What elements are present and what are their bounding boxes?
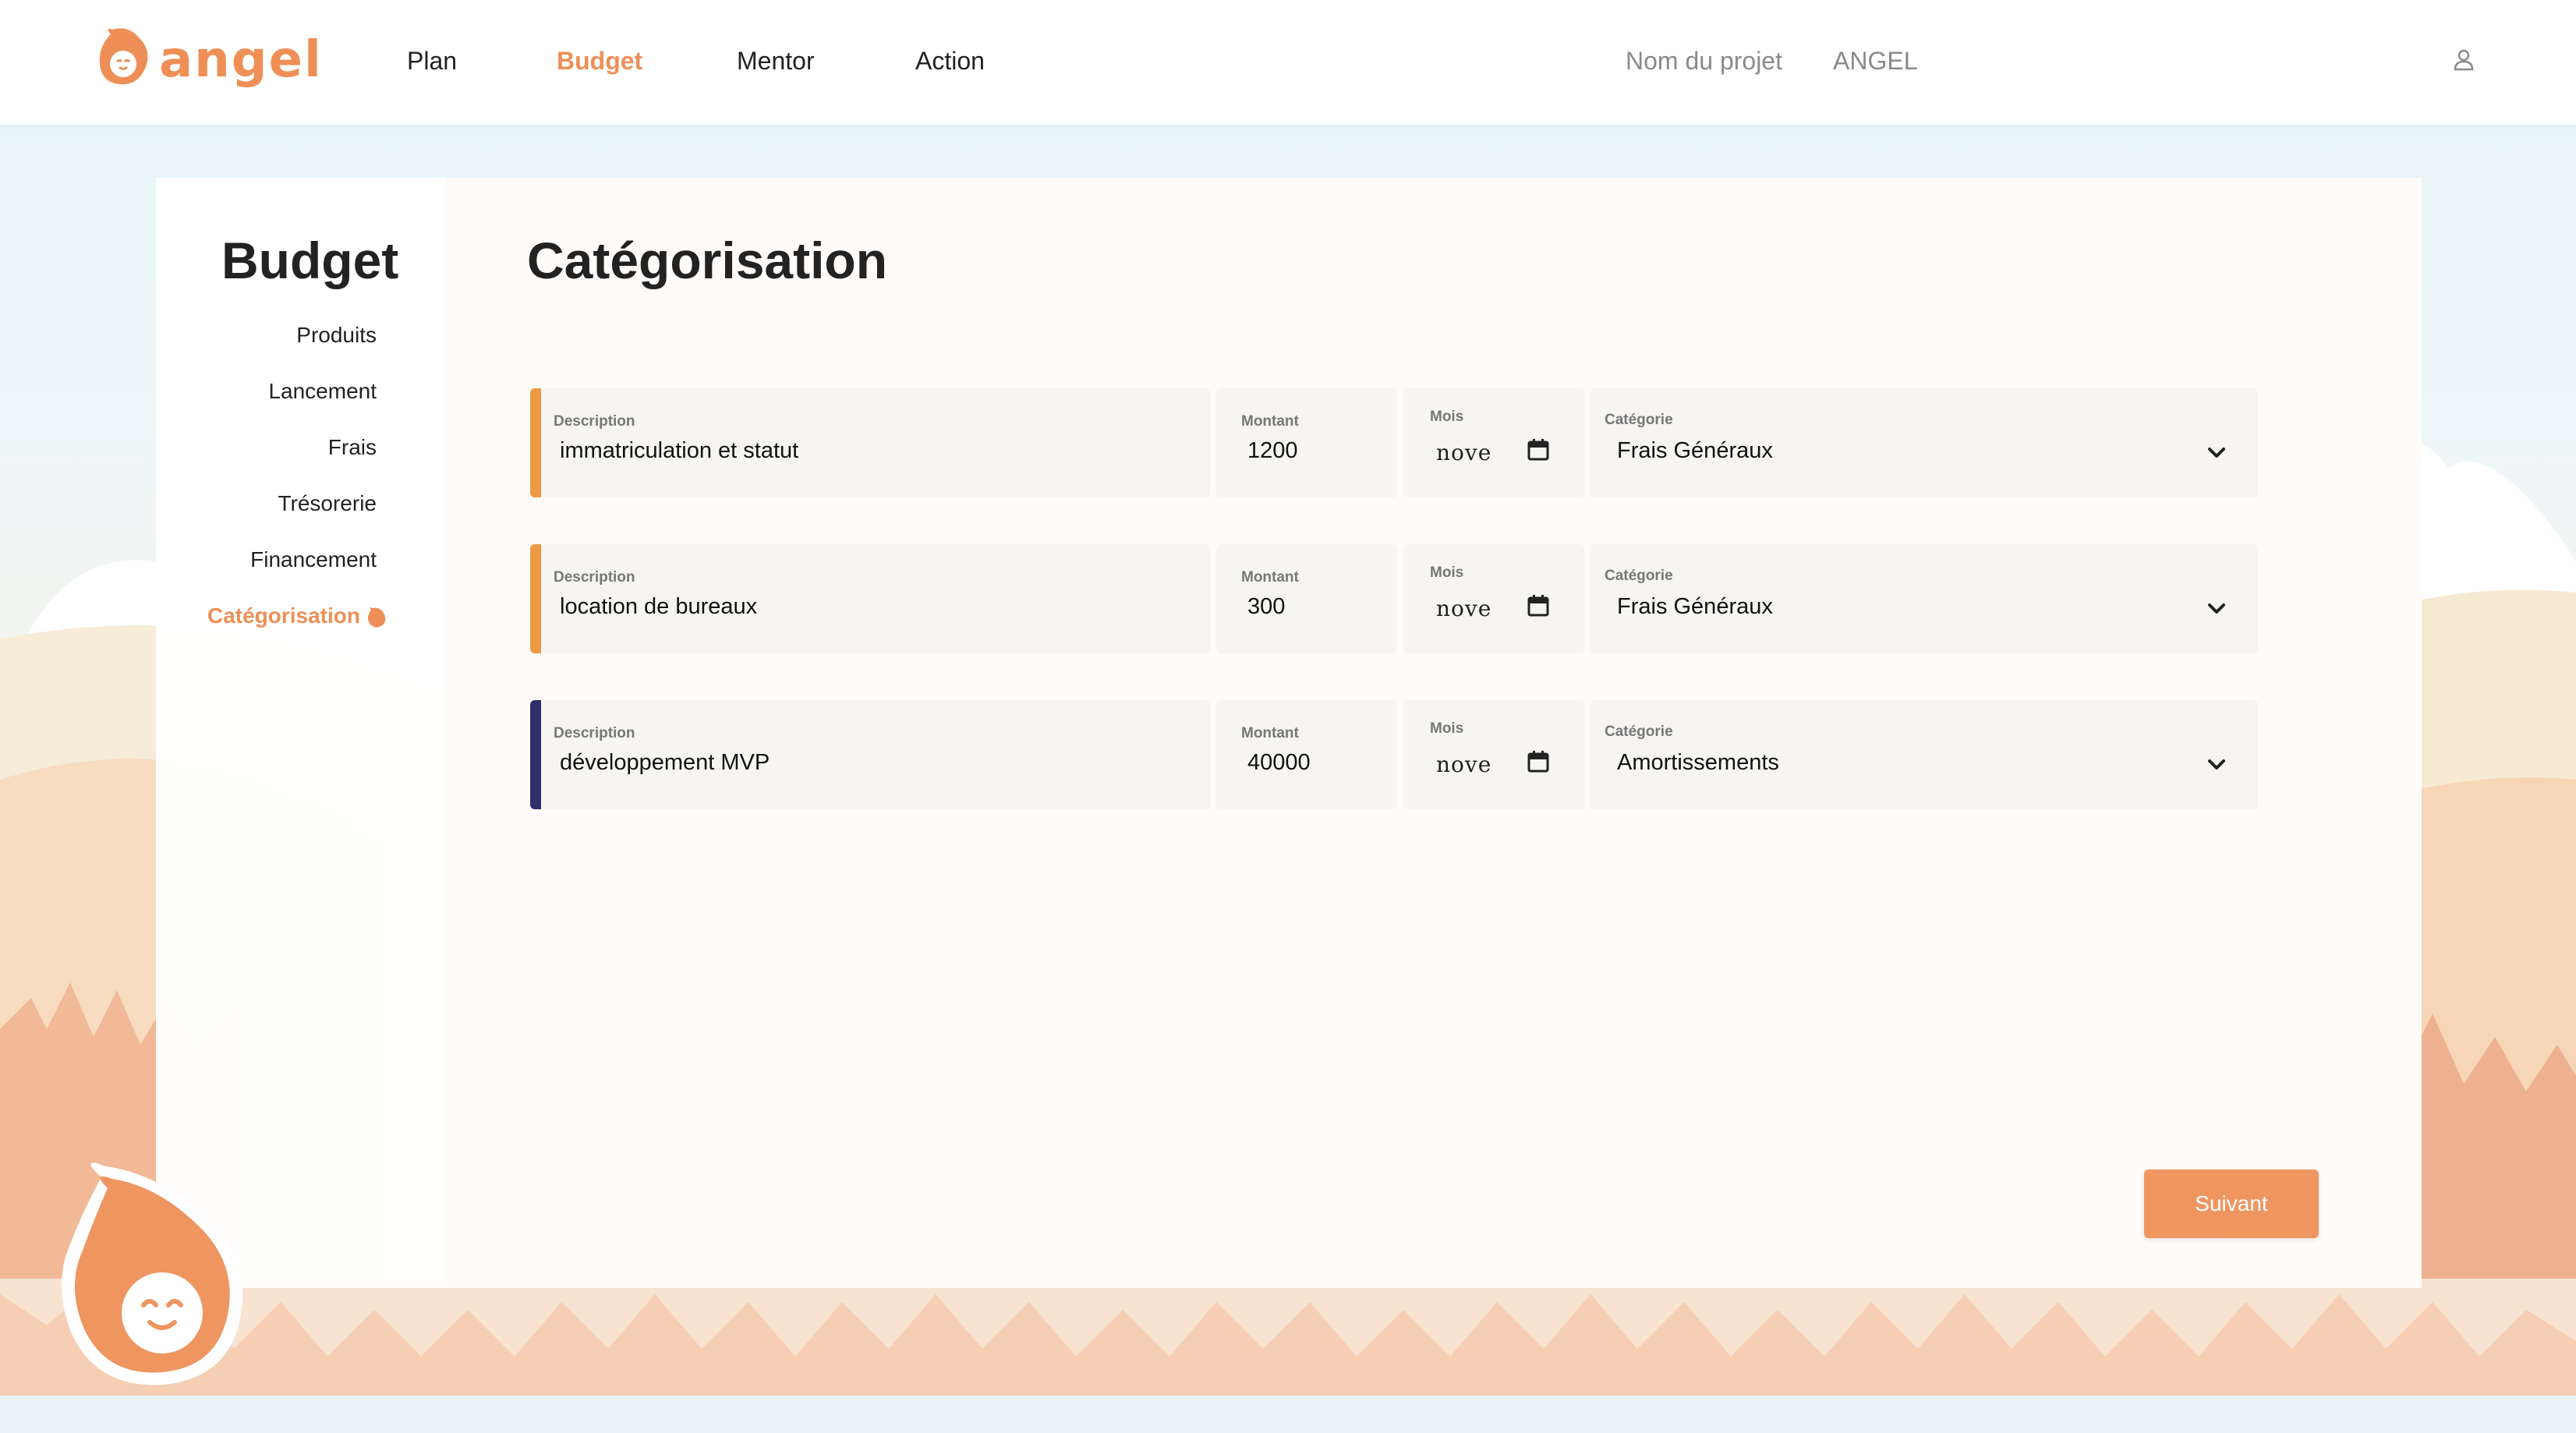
budget-row: Description développement MVP Montant 40… bbox=[530, 700, 2258, 809]
categorie-select[interactable]: Catégorie Frais Généraux bbox=[1591, 544, 2258, 653]
mois-value: nove bbox=[1436, 752, 1492, 777]
description-label: Description bbox=[554, 725, 635, 741]
calendar-icon[interactable] bbox=[1527, 594, 1550, 617]
chevron-down-icon bbox=[2208, 759, 2225, 770]
sidebar-item-tresorerie[interactable]: Trésorerie bbox=[278, 491, 377, 516]
montant-field[interactable]: Montant 40000 bbox=[1216, 700, 1397, 809]
project-name: ANGEL bbox=[1833, 47, 1918, 75]
description-label: Description bbox=[554, 413, 635, 430]
categorie-label: Catégorie bbox=[1605, 412, 1673, 428]
categorie-select[interactable]: Catégorie Amortissements bbox=[1591, 700, 2258, 809]
description-value: développement MVP bbox=[560, 750, 770, 775]
brand-name: angel bbox=[159, 31, 323, 89]
montant-value: 1200 bbox=[1247, 438, 1298, 463]
sidebar-item-frais[interactable]: Frais bbox=[328, 435, 377, 460]
mois-value: nove bbox=[1436, 596, 1492, 621]
budget-row: Description immatriculation et statut Mo… bbox=[530, 388, 2258, 497]
categorie-label: Catégorie bbox=[1605, 724, 1673, 740]
page-title: Catégorisation bbox=[527, 232, 888, 289]
categorie-value: Frais Généraux bbox=[1617, 438, 1773, 463]
row-accent-bar bbox=[530, 700, 541, 809]
nav-budget[interactable]: Budget bbox=[557, 47, 642, 76]
sidebar-item-categorisation-label: Catégorisation bbox=[207, 603, 360, 628]
nav-mentor[interactable]: Mentor bbox=[737, 47, 815, 76]
sidebar-item-financement[interactable]: Financement bbox=[250, 547, 377, 572]
mois-label: Mois bbox=[1430, 564, 1464, 581]
row-accent-bar bbox=[530, 388, 541, 497]
description-field[interactable]: Description immatriculation et statut bbox=[541, 388, 1210, 497]
chevron-down-icon bbox=[2208, 448, 2225, 458]
description-value: immatriculation et statut bbox=[560, 438, 799, 463]
categorie-value: Amortissements bbox=[1617, 750, 1779, 775]
categorie-select[interactable]: Catégorie Frais Généraux bbox=[1591, 388, 2258, 497]
description-field[interactable]: Description développement MVP bbox=[541, 700, 1210, 809]
montant-label: Montant bbox=[1241, 413, 1299, 430]
active-marker-icon bbox=[367, 607, 386, 628]
mois-field[interactable]: Mois nove bbox=[1403, 544, 1584, 653]
montant-value: 40000 bbox=[1247, 750, 1311, 775]
angel-logo[interactable]: angel bbox=[97, 23, 321, 97]
chevron-down-icon bbox=[2208, 603, 2225, 614]
angel-mascot-icon[interactable] bbox=[47, 1159, 257, 1392]
calendar-icon[interactable] bbox=[1527, 438, 1550, 462]
montant-label: Montant bbox=[1241, 725, 1299, 741]
next-button[interactable]: Suivant bbox=[2144, 1169, 2319, 1238]
calendar-icon[interactable] bbox=[1527, 750, 1550, 773]
nav-plan[interactable]: Plan bbox=[407, 47, 457, 76]
row-accent-bar bbox=[530, 544, 541, 653]
project-label: Nom du projet bbox=[1626, 47, 1782, 75]
description-label: Description bbox=[554, 569, 635, 586]
mois-field[interactable]: Mois nove bbox=[1403, 388, 1584, 497]
budget-row: Description location de bureaux Montant … bbox=[530, 544, 2258, 653]
montant-field[interactable]: Montant 1200 bbox=[1216, 388, 1397, 497]
top-header: angel Plan Budget Mentor Action Nom du p… bbox=[0, 0, 2576, 125]
mois-label: Mois bbox=[1430, 409, 1464, 425]
mois-label: Mois bbox=[1430, 720, 1464, 737]
montant-field[interactable]: Montant 300 bbox=[1216, 544, 1397, 653]
categorie-value: Frais Généraux bbox=[1617, 594, 1773, 619]
description-field[interactable]: Description location de bureaux bbox=[541, 544, 1210, 653]
main-card: Budget Produits Lancement Frais Trésorer… bbox=[156, 178, 2422, 1288]
mois-value: nove bbox=[1436, 440, 1492, 465]
sidebar-title: Budget bbox=[221, 232, 399, 289]
sidebar-item-lancement[interactable]: Lancement bbox=[268, 379, 377, 404]
angel-mascot-logo-icon bbox=[99, 28, 148, 85]
nav-action[interactable]: Action bbox=[915, 47, 985, 76]
sidebar-item-produits[interactable]: Produits bbox=[296, 323, 377, 348]
montant-value: 300 bbox=[1247, 594, 1286, 619]
user-icon[interactable] bbox=[2453, 48, 2475, 72]
mois-field[interactable]: Mois nove bbox=[1403, 700, 1584, 809]
montant-label: Montant bbox=[1241, 569, 1299, 586]
sidebar-item-categorisation[interactable]: Catégorisation bbox=[207, 603, 387, 628]
categorie-label: Catégorie bbox=[1605, 568, 1673, 584]
description-value: location de bureaux bbox=[560, 594, 758, 619]
